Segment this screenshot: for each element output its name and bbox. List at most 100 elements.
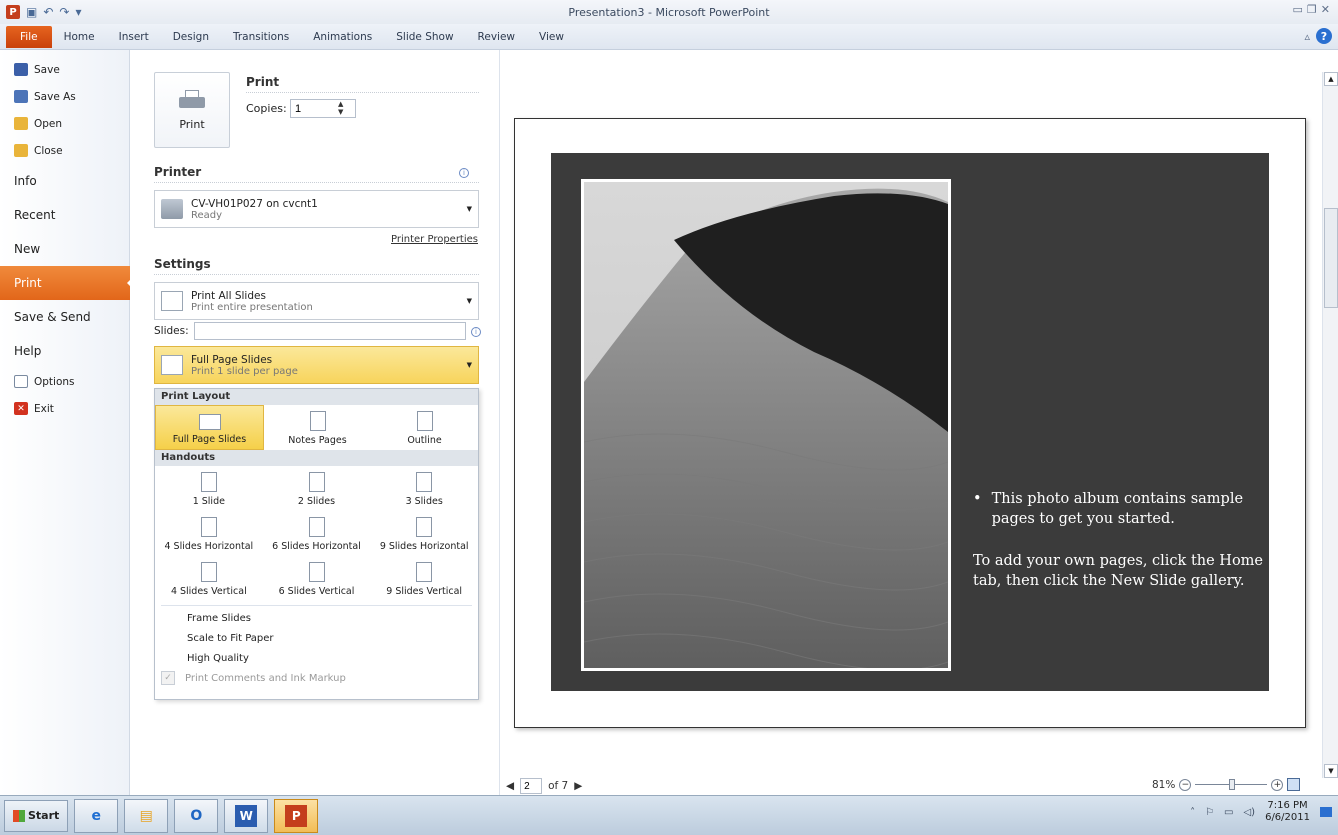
show-desktop-icon[interactable] <box>1320 807 1332 817</box>
next-page-icon[interactable]: ▶ <box>574 780 582 792</box>
nav-exit[interactable]: ✕ Exit <box>0 395 129 422</box>
print-layout-row: Full Page Slides Notes Pages Outline <box>155 405 478 450</box>
minimize-ribbon-icon[interactable]: ▵ <box>1304 30 1310 43</box>
help-icon[interactable]: ? <box>1316 28 1332 44</box>
handouts-row: 4 Slides Horizontal 6 Slides Horizontal … <box>155 511 478 556</box>
handout-2-slides-icon <box>308 472 325 492</box>
handout-label: 1 Slide <box>192 496 225 507</box>
tab-file[interactable]: File <box>6 25 52 48</box>
scroll-down-icon[interactable]: ▼ <box>1324 764 1338 778</box>
save-quick-icon[interactable]: ▣ <box>26 5 37 19</box>
volume-icon[interactable]: ◁) <box>1243 807 1255 818</box>
zoom-to-page-icon[interactable] <box>1287 778 1301 791</box>
copies-input[interactable] <box>290 99 356 118</box>
slide-bullet-text: This photo album contains sample pages t… <box>991 491 1244 527</box>
scroll-up-icon[interactable]: ▲ <box>1324 72 1338 86</box>
start-button[interactable]: Start <box>4 799 69 832</box>
tab-insert[interactable]: Insert <box>107 24 161 50</box>
layout-item-label: Full Page Slides <box>172 434 247 445</box>
tab-slide-show[interactable]: Slide Show <box>384 24 465 50</box>
handout-6-horizontal[interactable]: 6 Slides Horizontal <box>263 511 371 556</box>
handout-6-vertical[interactable]: 6 Slides Vertical <box>263 556 371 601</box>
handout-1-slide[interactable]: 1 Slide <box>155 466 263 511</box>
window-controls: ▭ ❐ ✕ <box>1293 3 1331 16</box>
zoom-slider-thumb[interactable] <box>1229 779 1236 790</box>
print-layout-header: Print Layout <box>155 389 478 405</box>
taskbar-internet-explorer[interactable]: e <box>74 798 119 833</box>
nav-save-label: Save <box>34 63 60 76</box>
zoom-in-icon[interactable]: + <box>1271 778 1284 791</box>
taskbar-outlook[interactable]: O <box>174 798 219 833</box>
tab-home[interactable]: Home <box>52 24 107 50</box>
zoom-slider[interactable] <box>1195 779 1268 790</box>
print-layout-dropdown[interactable]: Full Page Slides Print 1 slide per page … <box>154 346 479 384</box>
preview-scrollbar[interactable]: ▲ ▼ <box>1322 72 1338 778</box>
nav-save[interactable]: Save <box>0 56 129 83</box>
handout-label: 9 Slides Vertical <box>386 586 463 597</box>
printer-info-icon[interactable]: i <box>459 168 469 178</box>
nav-close[interactable]: Close <box>0 137 129 164</box>
handout-4-vertical[interactable]: 4 Slides Vertical <box>155 556 263 601</box>
printer-dropdown[interactable]: CV-VH01P027 on cvcnt1 Ready ▼ <box>154 190 479 228</box>
restore-icon[interactable]: ❐ <box>1307 3 1317 16</box>
handout-9-vertical[interactable]: 9 Slides Vertical <box>370 556 478 601</box>
page-number-input[interactable] <box>520 778 543 794</box>
zoom-out-icon[interactable]: − <box>1179 778 1192 791</box>
printer-status-icon <box>161 199 183 219</box>
undo-icon[interactable]: ↶ <box>43 5 53 19</box>
option-print-comments: ✓ Print Comments and Ink Markup <box>155 668 478 688</box>
network-icon[interactable]: ▭ <box>1224 807 1233 818</box>
nav-new[interactable]: New <box>0 232 129 266</box>
printer-properties-link[interactable]: Printer Properties <box>391 234 478 245</box>
minimize-icon[interactable]: ▭ <box>1293 3 1303 16</box>
nav-recent[interactable]: Recent <box>0 198 129 232</box>
slides-input[interactable] <box>194 322 466 340</box>
handout-4-horizontal[interactable]: 4 Slides Horizontal <box>155 511 263 556</box>
tab-design[interactable]: Design <box>161 24 221 50</box>
layout-full-page-slides[interactable]: Full Page Slides <box>155 405 264 450</box>
previous-page-icon[interactable]: ◀ <box>506 780 514 792</box>
slides-info-icon[interactable]: i <box>471 327 481 337</box>
action-center-flag-icon[interactable]: ⚐ <box>1205 807 1214 818</box>
tab-review[interactable]: Review <box>466 24 527 50</box>
zoom-level[interactable]: 81% <box>1152 779 1175 791</box>
nav-open-label: Open <box>34 117 63 130</box>
nav-print[interactable]: Print <box>0 266 135 300</box>
tray-expand-icon[interactable]: ˄ <box>1190 807 1195 818</box>
clock[interactable]: 7:16 PM 6/6/2011 <box>1265 800 1310 824</box>
print-layout-gallery: Print Layout Full Page Slides Notes Page… <box>154 388 479 700</box>
tab-transitions[interactable]: Transitions <box>221 24 301 50</box>
option-high-quality[interactable]: High Quality <box>155 648 478 668</box>
layout-outline[interactable]: Outline <box>371 405 478 450</box>
handout-3-slides[interactable]: 3 Slides <box>370 466 478 511</box>
print-range-dropdown[interactable]: Print All Slides Print entire presentati… <box>154 282 479 320</box>
handout-2-slides[interactable]: 2 Slides <box>263 466 371 511</box>
layout-notes-pages[interactable]: Notes Pages <box>264 405 371 450</box>
nav-save-as[interactable]: Save As <box>0 83 129 110</box>
copies-spinner-icon[interactable]: ▲ ▼ <box>338 100 343 116</box>
windows-flag-icon <box>13 809 25 822</box>
redo-icon[interactable]: ↷ <box>59 5 69 19</box>
option-scale-to-fit[interactable]: Scale to Fit Paper <box>155 628 478 648</box>
nav-open[interactable]: Open <box>0 110 129 137</box>
option-frame-slides[interactable]: Frame Slides <box>155 608 478 628</box>
taskbar-powerpoint[interactable]: P <box>274 798 319 833</box>
customize-qat-icon[interactable]: ▾ <box>75 5 81 19</box>
nav-options[interactable]: Options <box>0 368 129 395</box>
powerpoint-logo-icon[interactable]: P <box>6 5 20 19</box>
handout-9-horizontal[interactable]: 9 Slides Horizontal <box>370 511 478 556</box>
close-window-icon[interactable]: ✕ <box>1321 3 1330 16</box>
word-icon: W <box>235 804 258 827</box>
windows-taskbar: Start e ▤ O W P ˄ ⚐ ▭ ◁) 7:16 PM 6/6/201… <box>0 795 1338 835</box>
nav-save-send[interactable]: Save & Send <box>0 300 129 334</box>
nav-help[interactable]: Help <box>0 334 129 368</box>
taskbar-word[interactable]: W <box>224 798 269 833</box>
tab-view[interactable]: View <box>527 24 576 50</box>
nav-save-as-label: Save As <box>34 90 76 103</box>
nav-info[interactable]: Info <box>0 164 129 198</box>
print-button[interactable]: Print <box>154 72 230 148</box>
taskbar-documents[interactable]: ▤ <box>124 798 169 833</box>
layout-item-label: Notes Pages <box>288 435 347 446</box>
tab-animations[interactable]: Animations <box>301 24 384 50</box>
scrollbar-thumb[interactable] <box>1324 208 1338 308</box>
